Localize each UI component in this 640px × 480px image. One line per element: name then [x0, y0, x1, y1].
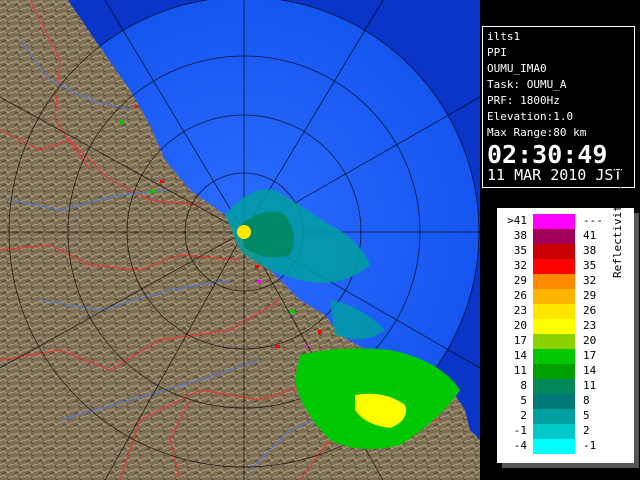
- legend-upper-label: 14: [583, 364, 597, 377]
- legend-swatch: [533, 289, 575, 304]
- legend-swatch: [533, 214, 575, 229]
- legend-swatch: [533, 274, 575, 289]
- legend-upper-label: 20: [583, 334, 597, 347]
- legend-swatch: [533, 364, 575, 379]
- prf-value: PRF: 1800Hz: [487, 94, 560, 107]
- legend-upper-label: 8: [583, 394, 590, 407]
- legend-lower-label: 2: [520, 409, 527, 422]
- legend-upper-label: 11: [583, 379, 597, 392]
- legend-lower-label: >41: [507, 214, 527, 227]
- site-name: ilts1: [487, 30, 521, 43]
- legend-swatch: [533, 259, 575, 274]
- legend-upper-label: 38: [583, 244, 597, 257]
- info-panel: ilts1 PPI OUMU_IMA0 Task: OUMU_A PRF: 18…: [480, 0, 640, 480]
- legend-lower-label: -4: [513, 439, 527, 452]
- legend-upper-label: 26: [583, 304, 597, 317]
- legend-upper-label: ---: [583, 214, 603, 227]
- legend-swatch: [533, 409, 575, 424]
- product-type: PPI: [487, 46, 507, 59]
- legend-swatch: [533, 334, 575, 349]
- legend-swatch: [533, 424, 575, 439]
- legend-lower-label: 11: [513, 364, 527, 377]
- legend-swatch: [533, 244, 575, 259]
- scan-time: 02:30:49: [487, 140, 608, 169]
- legend-lower-label: 32: [513, 259, 527, 272]
- legend-swatch: [533, 394, 575, 409]
- legend-lower-label: 20: [513, 319, 527, 332]
- legend-lower-label: 35: [513, 244, 527, 257]
- legend-lower-label: 29: [513, 274, 527, 287]
- legend-upper-label: 41: [583, 229, 597, 242]
- legend-upper-label: -1: [583, 439, 597, 452]
- radar-ppi-map: [0, 0, 480, 480]
- legend-swatch: [533, 304, 575, 319]
- legend-upper-label: 5: [583, 409, 590, 422]
- legend-lower-label: 38: [513, 229, 527, 242]
- legend-lower-label: 23: [513, 304, 527, 317]
- legend-swatch: [533, 349, 575, 364]
- legend-upper-label: 17: [583, 349, 597, 362]
- legend-upper-label: 23: [583, 319, 597, 332]
- image-name: OUMU_IMA0: [487, 62, 547, 75]
- elevation-value: Elevation:1.0: [487, 110, 574, 123]
- color-legend: Reflectivity in dBZ >41 --- 38 41 35 38 32 35 29…: [497, 152, 634, 463]
- max-range-value: Max Range:80 km: [487, 126, 587, 139]
- legend-upper-label: 2: [583, 424, 590, 437]
- legend-lower-label: 14: [513, 349, 527, 362]
- legend-upper-label: 29: [583, 289, 597, 302]
- legend-lower-label: 26: [513, 289, 527, 302]
- legend-lower-label: 5: [520, 394, 527, 407]
- legend-swatch: [533, 439, 575, 454]
- legend-swatch: [533, 229, 575, 244]
- legend-lower-label: -1: [513, 424, 527, 437]
- radar-site: [237, 225, 251, 239]
- scan-date: 11 MAR 2010 JST: [487, 166, 623, 184]
- legend-upper-label: 35: [583, 259, 597, 272]
- legend-lower-label: 8: [520, 379, 527, 392]
- legend-title: Reflectivity in dBZ: [611, 152, 624, 278]
- legend-lower-label: 17: [513, 334, 527, 347]
- legend-swatch: [533, 319, 575, 334]
- legend-swatch: [533, 379, 575, 394]
- legend-upper-label: 32: [583, 274, 597, 287]
- task-name: Task: OUMU_A: [487, 78, 567, 91]
